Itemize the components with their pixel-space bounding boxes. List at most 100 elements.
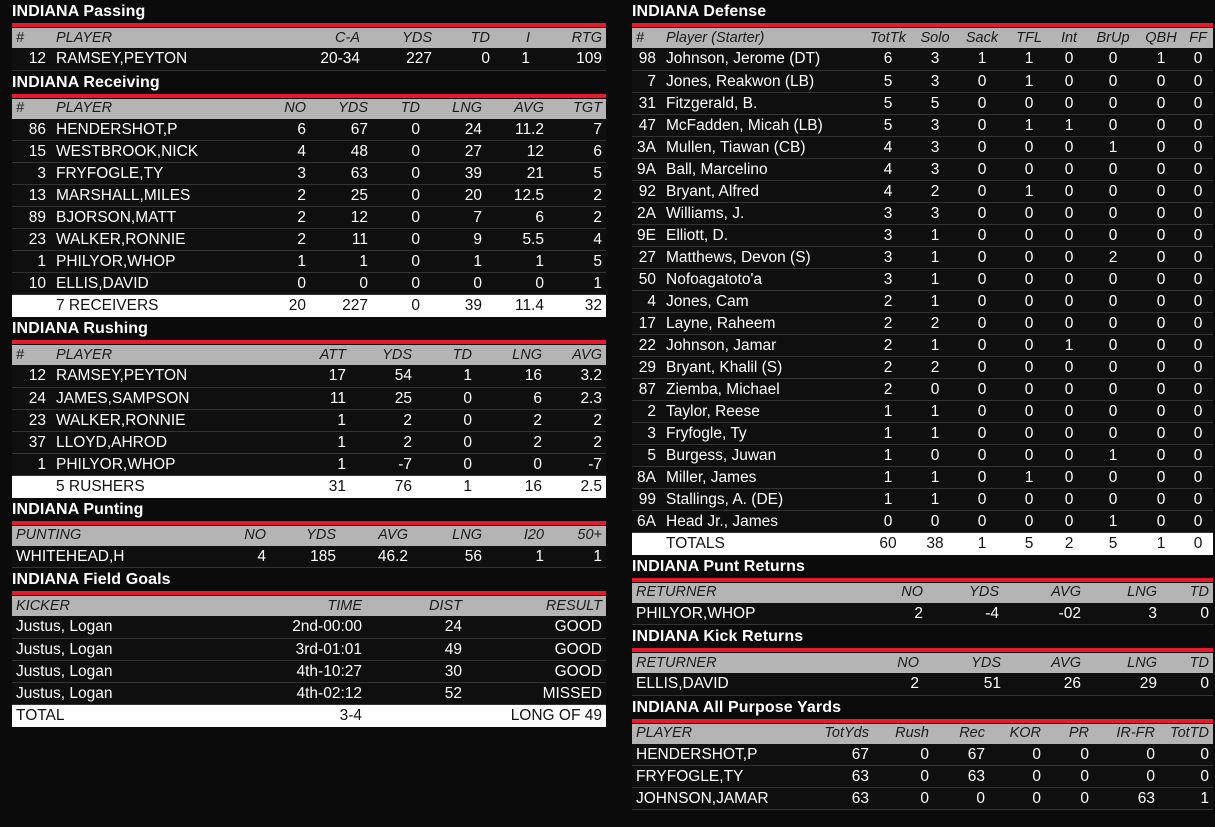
cell-solo: 3 bbox=[913, 48, 957, 71]
table-row[interactable]: 17 Layne, Raheem 2 2 0 0 0 0 0 0 bbox=[632, 312, 1213, 335]
table-row[interactable]: 10 ELLIS,DAVID 0 0 0 0 0 1 bbox=[12, 272, 606, 295]
table-row[interactable]: Justus, Logan 4th-02:12 52 MISSED bbox=[12, 682, 606, 705]
cell-qbh: 0 bbox=[1139, 378, 1183, 401]
cell-player: RAMSEY,PEYTON bbox=[52, 365, 284, 388]
cell-time: 3rd-01:01 bbox=[216, 638, 366, 661]
cell-int: 0 bbox=[1051, 180, 1087, 203]
table-row[interactable]: 92 Bryant, Alfred 4 2 0 1 0 0 0 0 bbox=[632, 180, 1213, 203]
table-row[interactable]: 23 WALKER,RONNIE 1 2 0 2 2 bbox=[12, 409, 606, 432]
table-row[interactable]: FRYFOGLE,TY 63 0 63 0 0 0 0 bbox=[632, 765, 1213, 788]
cell-dist: 52 bbox=[366, 682, 466, 705]
cell-totyds: 67 bbox=[799, 743, 873, 766]
table-row[interactable]: 9A Ball, Marcelino 4 3 0 0 0 0 0 0 bbox=[632, 158, 1213, 181]
cell-avg: 1 bbox=[486, 250, 548, 273]
table-row[interactable]: 1 PHILYOR,WHOP 1 -7 0 0 -7 bbox=[12, 453, 606, 476]
table-row[interactable]: 9E Elliott, D. 3 1 0 0 0 0 0 0 bbox=[632, 224, 1213, 247]
cell-tottk: 2 bbox=[863, 334, 913, 357]
cell-solo: 2 bbox=[913, 312, 957, 335]
col-header-avg: AVG bbox=[486, 98, 548, 119]
table-row[interactable]: 6A Head Jr., James 0 0 0 0 0 1 0 0 bbox=[632, 510, 1213, 533]
table-row[interactable]: 31 Fitzgerald, B. 5 5 0 0 0 0 0 0 bbox=[632, 92, 1213, 115]
table-row[interactable]: 24 JAMES,SAMPSON 11 25 0 6 2.3 bbox=[12, 387, 606, 410]
cell-player: ELLIS,DAVID bbox=[52, 272, 258, 295]
cell-att: 1 bbox=[284, 431, 350, 454]
cell-ff: 0 bbox=[1183, 290, 1213, 313]
col-header-rec: Rec bbox=[933, 723, 989, 744]
table-row[interactable]: Justus, Logan 2nd-00:00 24 GOOD bbox=[12, 616, 606, 639]
col-header-avg: AVG bbox=[546, 345, 606, 365]
cell-yds: 54 bbox=[350, 365, 416, 388]
table-row[interactable]: 98 Johnson, Jerome (DT) 6 3 1 1 0 0 1 0 bbox=[632, 48, 1213, 71]
table-row[interactable]: 5 Burgess, Juwan 1 0 0 0 0 1 0 0 bbox=[632, 444, 1213, 467]
table-row[interactable]: 3 Fryfogle, Ty 1 1 0 0 0 0 0 0 bbox=[632, 422, 1213, 445]
cell-player: Ball, Marcelino bbox=[662, 158, 863, 181]
table-row[interactable]: 8A Miller, James 1 1 0 1 0 0 0 0 bbox=[632, 466, 1213, 489]
cell-dist: 30 bbox=[366, 660, 466, 683]
table-row[interactable]: HENDERSHOT,P 67 0 67 0 0 0 0 bbox=[632, 743, 1213, 766]
cell-num: 3 bbox=[632, 422, 662, 445]
table-row[interactable]: 37 LLOYD,AHROD 1 2 0 2 2 bbox=[12, 431, 606, 454]
table-row[interactable]: ELLIS,DAVID 2 51 26 29 0 bbox=[632, 673, 1213, 696]
cell-ff: 0 bbox=[1183, 180, 1213, 203]
cell-ff: 0 bbox=[1183, 202, 1213, 225]
cell-lng: 0 bbox=[424, 272, 486, 295]
cell-kicker: Justus, Logan bbox=[12, 638, 216, 661]
table-row[interactable]: Justus, Logan 4th-10:27 30 GOOD bbox=[12, 660, 606, 683]
col-header-qbh: QBH bbox=[1139, 28, 1183, 48]
rushing-table: # PLAYER ATT YDS TD LNG AVG 12 RAMSEY,PEY… bbox=[12, 345, 606, 498]
cell-kicker: TOTAL bbox=[12, 704, 216, 727]
table-row[interactable]: 13 MARSHALL,MILES 2 25 0 20 12.5 2 bbox=[12, 184, 606, 207]
cell-no: 2 bbox=[258, 206, 310, 229]
cell-num bbox=[12, 475, 52, 498]
table-row[interactable]: WHITEHEAD,H 4 185 46.2 56 1 1 bbox=[12, 545, 606, 568]
table-row[interactable]: 4 Jones, Cam 2 1 0 0 0 0 0 0 bbox=[632, 290, 1213, 313]
table-row[interactable]: PHILYOR,WHOP 2 -4 -02 3 0 bbox=[632, 602, 1213, 625]
cell-num: 3A bbox=[632, 136, 662, 159]
receiving-rows: 86 HENDERSHOT,P 6 67 0 24 11.2 7 15 WESTBROOK,NIC… bbox=[12, 118, 606, 317]
cell-player: HENDERSHOT,P bbox=[52, 118, 258, 141]
table-row[interactable]: 86 HENDERSHOT,P 6 67 0 24 11.2 7 bbox=[12, 118, 606, 141]
col-header-num: # bbox=[12, 345, 52, 365]
table-row[interactable]: 99 Stallings, A. (DE) 1 1 0 0 0 0 0 0 bbox=[632, 488, 1213, 511]
col-header-player: PLAYER bbox=[52, 98, 258, 119]
table-row[interactable]: 47 McFadden, Micah (LB) 5 3 0 1 1 0 0 0 bbox=[632, 114, 1213, 137]
table-row[interactable]: 12 RAMSEY,PEYTON 20-34 227 0 1 109 bbox=[12, 48, 606, 71]
table-row[interactable]: 23 WALKER,RONNIE 2 11 0 9 5.5 4 bbox=[12, 228, 606, 251]
cell-avg: 26 bbox=[1005, 673, 1085, 696]
cell-brup: 0 bbox=[1087, 290, 1139, 313]
col-header-player: PLAYER bbox=[52, 28, 284, 48]
cell-yds: 51 bbox=[923, 673, 1005, 696]
table-row[interactable]: 2A Williams, J. 3 3 0 0 0 0 0 0 bbox=[632, 202, 1213, 225]
cell-result: MISSED bbox=[466, 682, 606, 705]
table-row[interactable]: Justus, Logan 3rd-01:01 49 GOOD bbox=[12, 638, 606, 661]
table-row[interactable]: 12 RAMSEY,PEYTON 17 54 1 16 3.2 bbox=[12, 365, 606, 388]
table-totals-row[interactable]: 7 RECEIVERS 20 227 0 39 11.4 32 bbox=[12, 294, 606, 317]
table-totals-row[interactable]: TOTALS 60 38 1 5 2 5 1 0 bbox=[632, 532, 1213, 555]
cell-tgt: 5 bbox=[548, 250, 606, 273]
table-totals-row[interactable]: 5 RUSHERS 31 76 1 16 2.5 bbox=[12, 475, 606, 498]
table-row[interactable]: JOHNSON,JAMAR 63 0 0 0 0 63 1 bbox=[632, 787, 1213, 810]
table-row[interactable]: 89 BJORSON,MATT 2 12 0 7 6 2 bbox=[12, 206, 606, 229]
cell-rec: 63 bbox=[933, 765, 989, 788]
cell-solo: 1 bbox=[913, 488, 957, 511]
cell-player: Layne, Raheem bbox=[662, 312, 863, 335]
table-row[interactable]: 29 Bryant, Khalil (S) 2 2 0 0 0 0 0 0 bbox=[632, 356, 1213, 379]
col-header-irfr: IR-FR bbox=[1093, 723, 1159, 744]
table-row[interactable]: 7 Jones, Reakwon (LB) 5 3 0 1 0 0 0 0 bbox=[632, 70, 1213, 93]
table-row[interactable]: 1 PHILYOR,WHOP 1 1 0 1 1 5 bbox=[12, 250, 606, 273]
cell-ff: 0 bbox=[1183, 48, 1213, 71]
table-row[interactable]: 50 Nofoagatoto'a 3 1 0 0 0 0 0 0 bbox=[632, 268, 1213, 291]
cell-tottk: 1 bbox=[863, 444, 913, 467]
col-header-no: NO bbox=[258, 98, 310, 119]
cell-rush: 0 bbox=[873, 765, 933, 788]
cell-solo: 1 bbox=[913, 290, 957, 313]
table-row[interactable]: 22 Johnson, Jamar 2 1 0 0 1 0 0 0 bbox=[632, 334, 1213, 357]
table-row[interactable]: 2 Taylor, Reese 1 1 0 0 0 0 0 0 bbox=[632, 400, 1213, 423]
table-row[interactable]: 3 FRYFOGLE,TY 3 63 0 39 21 5 bbox=[12, 162, 606, 185]
table-row[interactable]: 87 Ziemba, Michael 2 0 0 0 0 0 0 0 bbox=[632, 378, 1213, 401]
col-header-avg: AVG bbox=[1005, 653, 1085, 673]
table-row[interactable]: 27 Matthews, Devon (S) 3 1 0 0 0 2 0 0 bbox=[632, 246, 1213, 269]
table-totals-row[interactable]: TOTAL 3-4 LONG OF 49 bbox=[12, 704, 606, 727]
table-row[interactable]: 15 WESTBROOK,NICK 4 48 0 27 12 6 bbox=[12, 140, 606, 163]
table-row[interactable]: 3A Mullen, Tiawan (CB) 4 3 0 0 0 1 0 0 bbox=[632, 136, 1213, 159]
